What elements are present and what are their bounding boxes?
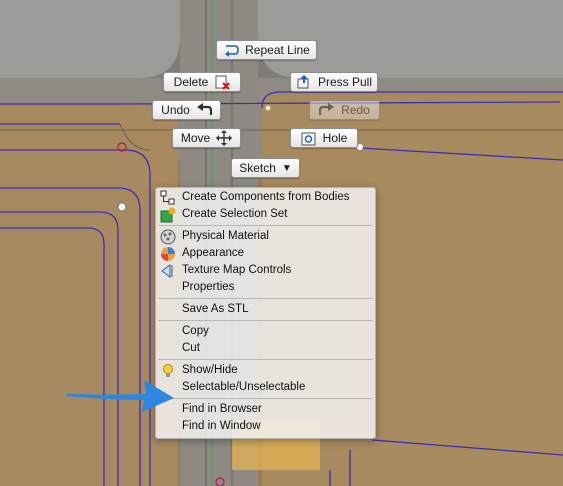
menu-item-label: Create Selection Set — [182, 208, 288, 220]
redo-icon — [319, 102, 335, 118]
menu-item-selectable-unselectable[interactable]: Selectable/Unselectable — [156, 379, 375, 396]
sketch-dropdown[interactable]: Sketch ▼ — [231, 158, 300, 178]
redo-button: Redo — [309, 100, 380, 120]
menu-item-find-in-window[interactable]: Find in Window — [156, 418, 375, 435]
physical-material-icon — [160, 229, 176, 245]
menu-separator — [158, 398, 373, 399]
repeat-line-button[interactable]: Repeat Line — [216, 40, 317, 60]
repeat-icon — [223, 42, 239, 58]
context-menu: Create Components from Bodies Create Sel… — [155, 187, 376, 439]
menu-separator — [158, 298, 373, 299]
menu-item-show-hide[interactable]: Show/Hide — [156, 362, 375, 379]
menu-item-label: Copy — [182, 325, 209, 337]
move-button[interactable]: Move — [172, 128, 241, 148]
menu-item-label: Properties — [182, 281, 235, 293]
sketch-point[interactable] — [265, 105, 271, 111]
move-icon — [216, 130, 233, 146]
move-label: Move — [180, 131, 211, 145]
left-inner-panel — [0, 150, 150, 486]
menu-item-label: Create Components from Bodies — [182, 191, 350, 203]
undo-button[interactable]: Undo — [152, 100, 221, 120]
caret-down-icon: ▼ — [281, 162, 292, 174]
redo-label: Redo — [341, 103, 370, 117]
press-pull-button[interactable]: Press Pull — [290, 72, 378, 92]
appearance-icon — [160, 246, 176, 262]
hole-label: Hole — [322, 131, 348, 145]
menu-item-label: Appearance — [182, 247, 245, 259]
hole-icon — [301, 130, 317, 146]
menu-item-save-as-stl[interactable]: Save As STL — [156, 301, 375, 318]
pointer-arrow-icon — [66, 380, 174, 412]
menu-item-cut[interactable]: Cut — [156, 340, 375, 357]
undo-label: Undo — [161, 103, 190, 117]
delete-icon — [214, 74, 231, 90]
menu-item-label: Find in Browser — [182, 403, 262, 415]
menu-item-label: Selectable/Unselectable — [182, 381, 306, 393]
menu-item-label: Texture Map Controls — [182, 264, 292, 276]
menu-separator — [158, 359, 373, 360]
delete-label: Delete — [173, 75, 209, 89]
menu-item-label: Physical Material — [182, 230, 269, 242]
menu-item-copy[interactable]: Copy — [156, 323, 375, 340]
press-pull-label: Press Pull — [317, 75, 373, 89]
menu-separator — [158, 225, 373, 226]
hole-button[interactable]: Hole — [290, 128, 358, 148]
menu-item-properties[interactable]: Properties — [156, 279, 375, 296]
menu-item-create-components[interactable]: Create Components from Bodies — [156, 189, 375, 206]
components-icon — [160, 190, 176, 206]
menu-item-find-in-browser[interactable]: Find in Browser — [156, 401, 375, 418]
menu-separator — [158, 320, 373, 321]
undo-icon — [196, 102, 212, 118]
repeat-line-label: Repeat Line — [245, 43, 310, 57]
menu-item-label: Cut — [182, 342, 200, 354]
menu-item-label: Find in Window — [182, 420, 261, 432]
press-pull-icon — [296, 74, 312, 90]
menu-item-create-selection-set[interactable]: Create Selection Set — [156, 206, 375, 223]
selection-set-icon — [160, 207, 176, 223]
menu-item-texture-map-controls[interactable]: Texture Map Controls — [156, 262, 375, 279]
menu-item-label: Show/Hide — [182, 364, 238, 376]
menu-item-physical-material[interactable]: Physical Material — [156, 228, 375, 245]
menu-item-appearance[interactable]: Appearance — [156, 245, 375, 262]
gray-cross-shape — [0, 0, 563, 78]
sketch-label: Sketch — [239, 161, 276, 175]
sketch-point[interactable] — [117, 202, 127, 212]
delete-button[interactable]: Delete — [163, 72, 241, 92]
menu-item-label: Save As STL — [182, 303, 249, 315]
texture-map-icon — [160, 263, 176, 279]
